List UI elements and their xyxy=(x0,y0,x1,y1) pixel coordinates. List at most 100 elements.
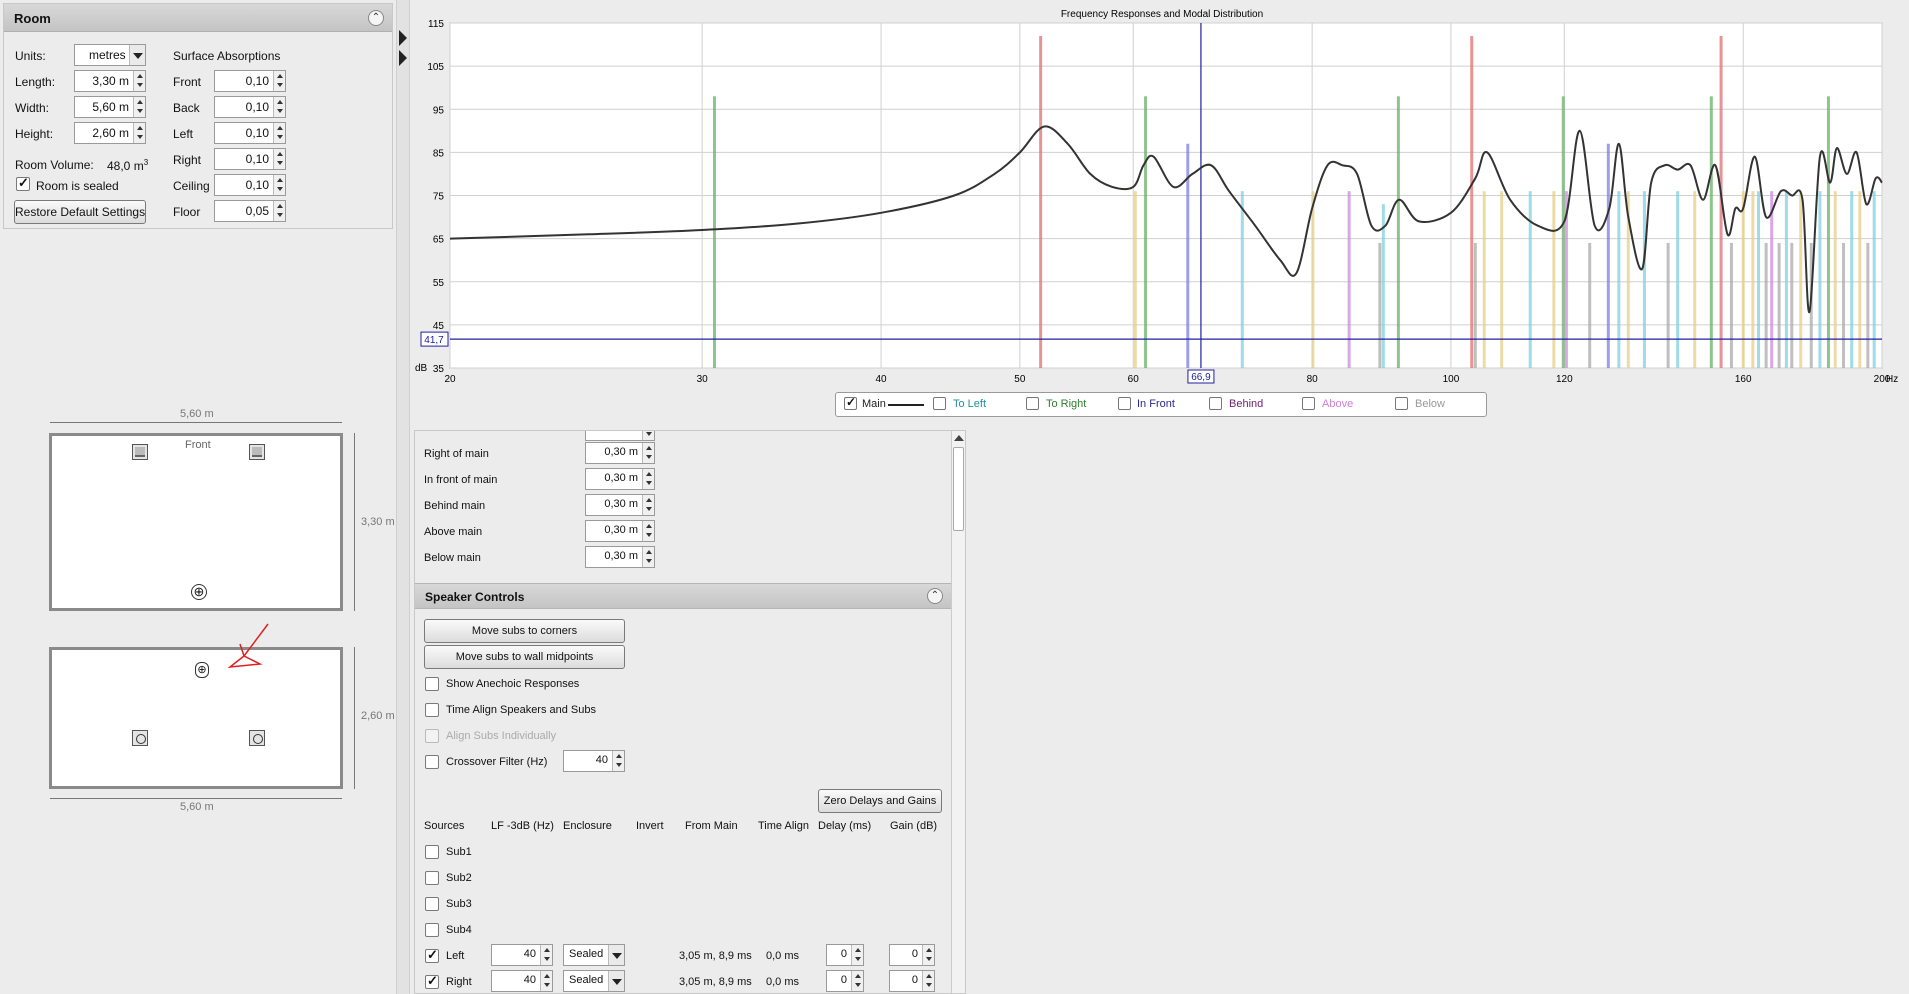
left-source-checkbox[interactable] xyxy=(425,947,439,963)
front-label: Front xyxy=(185,439,211,451)
collapse-icon[interactable]: ⌃ xyxy=(368,10,384,26)
show-anechoic-checkbox[interactable] xyxy=(425,677,439,691)
chevron-down-icon[interactable] xyxy=(608,945,624,965)
length-label: Length: xyxy=(15,75,56,89)
spinner-icon[interactable] xyxy=(612,751,624,771)
width-input[interactable]: 5,60 m xyxy=(74,96,146,118)
spinner-icon[interactable] xyxy=(133,97,145,117)
modal-bar xyxy=(1850,191,1854,368)
listener-head-icon[interactable]: ⊕ xyxy=(195,662,209,678)
left-lf-input[interactable]: 40 xyxy=(491,944,553,966)
absorption-back-input[interactable]: 0,10 xyxy=(214,96,286,118)
legend-above-label: Above xyxy=(1322,398,1354,410)
legend-to-left-checkbox[interactable] xyxy=(933,397,946,410)
spinner-icon[interactable] xyxy=(642,547,654,567)
spinner-icon[interactable] xyxy=(540,971,552,991)
side-view-room[interactable]: ⊕ xyxy=(49,647,343,789)
chevron-down-icon[interactable] xyxy=(608,971,624,991)
right-delay-input[interactable]: 0 xyxy=(826,970,864,992)
spinner-icon[interactable] xyxy=(133,71,145,91)
spinner-icon[interactable] xyxy=(133,123,145,143)
move-subs-corners-button[interactable]: Move subs to corners xyxy=(424,619,625,643)
length-input[interactable]: 3,30 m xyxy=(74,70,146,92)
crossover-input[interactable]: 40 xyxy=(563,750,625,772)
x-tick-label: 20 xyxy=(444,374,456,385)
right-gain-input[interactable]: 0 xyxy=(889,970,935,992)
modal-bar xyxy=(1693,191,1697,368)
modal-bar xyxy=(1770,191,1774,368)
absorption-left-input[interactable]: 0,10 xyxy=(214,122,286,144)
spinner-icon[interactable] xyxy=(273,149,285,169)
offset-front-input[interactable]: 0,30 m xyxy=(585,468,655,490)
room-panel: Room ⌃ Units: metres Length: 3,30 m Widt… xyxy=(3,3,393,229)
right-lf-input[interactable]: 40 xyxy=(491,970,553,992)
spinner-icon[interactable] xyxy=(273,71,285,91)
offset-below-input[interactable]: 0,30 m xyxy=(585,546,655,568)
panel-splitter[interactable] xyxy=(396,0,410,994)
collapse-icon[interactable]: ⌃ xyxy=(927,588,943,604)
room-panel-header[interactable]: Room ⌃ xyxy=(4,4,392,32)
left-enclosure-select[interactable]: Sealed xyxy=(563,944,625,966)
absorption-floor-input[interactable]: 0,05 xyxy=(214,200,286,222)
spinner-icon[interactable] xyxy=(273,201,285,221)
volume-label: Room Volume: xyxy=(15,158,94,172)
restore-defaults-button[interactable]: Restore Default Settings xyxy=(14,200,146,224)
speaker-right-side-icon[interactable] xyxy=(249,730,265,746)
speaker-left-side-icon[interactable] xyxy=(132,730,148,746)
spinner-icon[interactable] xyxy=(642,469,654,489)
move-subs-midpoints-button[interactable]: Move subs to wall midpoints xyxy=(424,645,625,669)
zero-delays-button[interactable]: Zero Delays and Gains xyxy=(818,789,942,813)
top-depth-label: 3,30 m xyxy=(361,516,395,528)
spinner-icon[interactable] xyxy=(273,175,285,195)
offset-above-input[interactable]: 0,30 m xyxy=(585,520,655,542)
sub4-checkbox[interactable] xyxy=(425,923,439,937)
spinner-icon[interactable] xyxy=(642,521,654,541)
left-delay-input[interactable]: 0 xyxy=(826,944,864,966)
legend-above-checkbox[interactable] xyxy=(1302,397,1315,410)
crossover-checkbox[interactable] xyxy=(425,755,439,769)
speaker-controls-header[interactable]: Speaker Controls ⌃ xyxy=(415,583,951,609)
spinner-icon[interactable] xyxy=(642,495,654,515)
spinner-icon[interactable] xyxy=(922,971,934,991)
legend-main-checkbox[interactable] xyxy=(844,395,857,410)
listener-icon[interactable]: ⊕ xyxy=(191,584,207,600)
legend-in-front-checkbox[interactable] xyxy=(1118,397,1131,410)
spinner-icon[interactable] xyxy=(851,971,863,991)
room-sealed-checkbox[interactable] xyxy=(16,175,30,191)
scroll-up-icon[interactable] xyxy=(954,435,964,441)
absorption-ceiling-input[interactable]: 0,10 xyxy=(214,174,286,196)
absorption-front-input[interactable]: 0,10 xyxy=(214,70,286,92)
offset-right-input[interactable]: 0,30 m xyxy=(585,442,655,464)
sub2-checkbox[interactable] xyxy=(425,871,439,885)
right-enclosure-select[interactable]: Sealed xyxy=(563,970,625,992)
time-align-checkbox[interactable] xyxy=(425,703,439,717)
speaker-right-icon[interactable] xyxy=(249,444,265,460)
spinner-icon[interactable] xyxy=(642,431,654,440)
spinner-icon[interactable] xyxy=(540,945,552,965)
top-view-room[interactable]: Front ⊕ xyxy=(49,433,343,611)
height-input[interactable]: 2,60 m xyxy=(74,122,146,144)
spinner-icon[interactable] xyxy=(922,945,934,965)
spinner-icon[interactable] xyxy=(273,97,285,117)
offset-behind-input[interactable]: 0,30 m xyxy=(585,494,655,516)
legend-below-checkbox[interactable] xyxy=(1395,397,1408,410)
left-gain-input[interactable]: 0 xyxy=(889,944,935,966)
sub3-checkbox[interactable] xyxy=(425,897,439,911)
offset-input-partial[interactable] xyxy=(585,431,655,441)
absorption-right-input[interactable]: 0,10 xyxy=(214,148,286,170)
speaker-left-icon[interactable] xyxy=(132,444,148,460)
chart-svg[interactable]: Frequency Responses and Modal Distributi… xyxy=(412,0,1909,425)
splitter-arrow-icon[interactable] xyxy=(397,30,411,90)
spinner-icon[interactable] xyxy=(273,123,285,143)
spinner-icon[interactable] xyxy=(851,945,863,965)
scroll-thumb[interactable] xyxy=(953,447,964,531)
right-source-checkbox[interactable] xyxy=(425,973,439,989)
legend-behind-checkbox[interactable] xyxy=(1209,397,1222,410)
frequency-chart[interactable]: Frequency Responses and Modal Distributi… xyxy=(412,0,1909,425)
settings-scrollbar[interactable] xyxy=(951,431,965,993)
sub1-checkbox[interactable] xyxy=(425,845,439,859)
legend-to-right-checkbox[interactable] xyxy=(1026,397,1039,410)
spinner-icon[interactable] xyxy=(642,443,654,463)
chevron-down-icon[interactable] xyxy=(129,45,145,65)
units-select[interactable]: metres xyxy=(74,44,146,66)
